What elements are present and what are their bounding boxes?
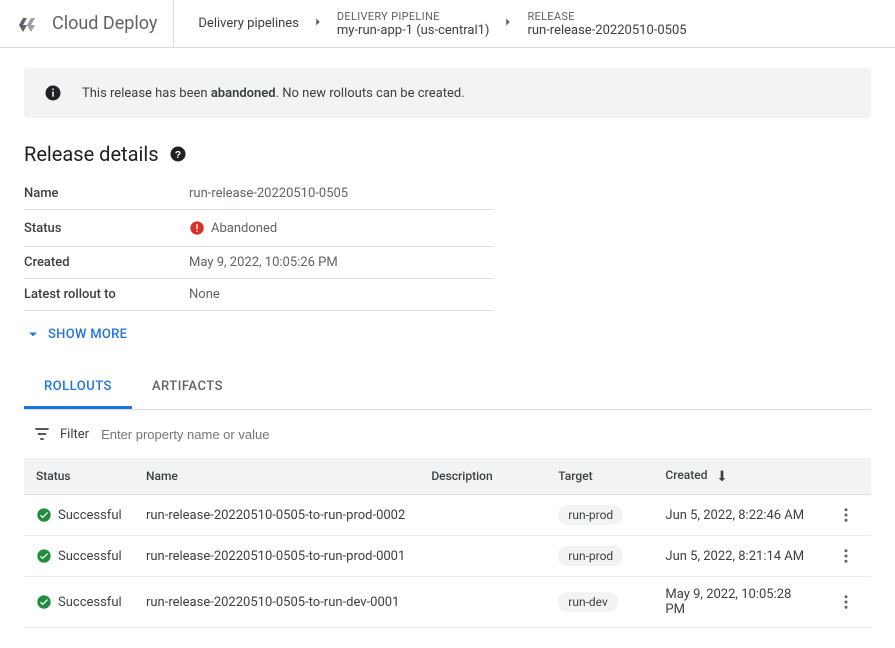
- detail-row-latest: Latest rollout to None: [24, 279, 494, 311]
- col-created[interactable]: Created: [653, 458, 821, 495]
- tabs: ROLLOUTS ARTIFACTS: [24, 367, 871, 410]
- cell-status-text: Successful: [58, 508, 122, 523]
- details-table: Name run-release-20220510-0505 Status Ab…: [24, 178, 494, 311]
- abandoned-banner: This release has been abandoned. No new …: [24, 68, 871, 118]
- table-row: Successful run-release-20220510-0505-to-…: [24, 577, 871, 628]
- detail-status-value: Abandoned: [211, 221, 277, 236]
- cell-name[interactable]: run-release-20220510-0505-to-run-prod-00…: [134, 536, 419, 577]
- col-name[interactable]: Name: [134, 458, 419, 495]
- table-header-row: Status Name Description Target Created: [24, 458, 871, 495]
- col-status[interactable]: Status: [24, 458, 134, 495]
- cell-target: run-dev: [546, 577, 653, 628]
- cell-created: May 9, 2022, 10:05:28 PM: [653, 577, 821, 628]
- chevron-right-icon: [497, 15, 519, 33]
- detail-status-cell: Abandoned: [189, 210, 494, 247]
- row-menu-button[interactable]: [834, 506, 860, 524]
- detail-row-created: Created May 9, 2022, 10:05:26 PM: [24, 247, 494, 279]
- header-bar: Cloud Deploy Delivery pipelines DELIVERY…: [0, 0, 895, 48]
- cell-status: Successful: [24, 495, 134, 536]
- cell-description: [419, 536, 546, 577]
- cell-menu: [822, 536, 872, 577]
- breadcrumb-pipeline-value: my-run-app-1 (us-central1): [337, 23, 490, 38]
- cell-created: Jun 5, 2022, 8:22:46 AM: [653, 495, 821, 536]
- target-chip: run-dev: [558, 592, 618, 612]
- cell-status-text: Successful: [58, 549, 122, 564]
- cell-description: [419, 495, 546, 536]
- detail-row-status: Status Abandoned: [24, 210, 494, 247]
- filter-label: Filter: [60, 427, 89, 442]
- detail-latest-label: Latest rollout to: [24, 279, 189, 311]
- help-icon[interactable]: ?: [169, 145, 187, 163]
- cell-status-text: Successful: [58, 595, 122, 610]
- svg-text:?: ?: [174, 149, 180, 161]
- detail-created-value: May 9, 2022, 10:05:26 PM: [189, 247, 494, 279]
- filter-bar: Filter: [24, 410, 871, 458]
- sort-descending-icon: [714, 468, 730, 484]
- breadcrumb-release-label: RELEASE: [527, 10, 686, 23]
- cell-target: run-prod: [546, 495, 653, 536]
- breadcrumb-root-label: Delivery pipelines: [198, 16, 299, 31]
- page-title-text: Release details: [24, 142, 159, 166]
- row-menu-button[interactable]: [834, 593, 860, 611]
- page-title: Release details ?: [24, 142, 871, 166]
- breadcrumb-root[interactable]: Delivery pipelines: [190, 16, 307, 31]
- detail-name-label: Name: [24, 178, 189, 210]
- banner-prefix: This release has been: [82, 86, 211, 101]
- cell-name[interactable]: run-release-20220510-0505-to-run-prod-00…: [134, 495, 419, 536]
- detail-created-label: Created: [24, 247, 189, 279]
- filter-icon[interactable]: [32, 424, 52, 444]
- chevron-right-icon: [307, 15, 329, 33]
- cell-status: Successful: [24, 577, 134, 628]
- target-chip: run-prod: [558, 505, 623, 525]
- breadcrumb-release-value: run-release-20220510-0505: [527, 23, 686, 38]
- success-icon: [36, 594, 52, 610]
- product-title-area: Cloud Deploy: [0, 0, 174, 47]
- filter-input[interactable]: [101, 427, 863, 442]
- banner-strong: abandoned: [211, 86, 276, 101]
- detail-latest-value: None: [189, 279, 494, 311]
- table-row: Successful run-release-20220510-0505-to-…: [24, 495, 871, 536]
- breadcrumb-pipeline[interactable]: DELIVERY PIPELINE my-run-app-1 (us-centr…: [329, 10, 498, 38]
- show-more-label: SHOW MORE: [48, 327, 127, 342]
- breadcrumb: Delivery pipelines DELIVERY PIPELINE my-…: [174, 0, 710, 47]
- cell-status: Successful: [24, 536, 134, 577]
- product-name: Cloud Deploy: [52, 13, 157, 34]
- cell-menu: [822, 577, 872, 628]
- chevron-down-icon: [24, 325, 42, 343]
- col-target[interactable]: Target: [546, 458, 653, 495]
- table-row: Successful run-release-20220510-0505-to-…: [24, 536, 871, 577]
- cell-target: run-prod: [546, 536, 653, 577]
- success-icon: [36, 507, 52, 523]
- banner-text: This release has been abandoned. No new …: [82, 86, 465, 101]
- breadcrumb-pipeline-label: DELIVERY PIPELINE: [337, 10, 490, 23]
- show-more-button[interactable]: SHOW MORE: [24, 325, 871, 343]
- cloud-deploy-icon: [16, 12, 40, 36]
- tab-artifacts[interactable]: ARTIFACTS: [132, 367, 243, 409]
- info-icon: [44, 84, 62, 102]
- cell-name[interactable]: run-release-20220510-0505-to-run-dev-000…: [134, 577, 419, 628]
- error-icon: [189, 220, 205, 236]
- target-chip: run-prod: [558, 546, 623, 566]
- tab-rollouts[interactable]: ROLLOUTS: [24, 367, 132, 409]
- col-created-label: Created: [665, 468, 707, 482]
- cell-description: [419, 577, 546, 628]
- detail-row-name: Name run-release-20220510-0505: [24, 178, 494, 210]
- col-description[interactable]: Description: [419, 458, 546, 495]
- cell-created: Jun 5, 2022, 8:21:14 AM: [653, 536, 821, 577]
- breadcrumb-release: RELEASE run-release-20220510-0505: [519, 10, 694, 38]
- cell-menu: [822, 495, 872, 536]
- detail-name-value: run-release-20220510-0505: [189, 178, 494, 210]
- banner-suffix: . No new rollouts can be created.: [276, 86, 465, 101]
- col-menu: [822, 458, 872, 495]
- rollout-table: Status Name Description Target Created: [24, 458, 871, 628]
- detail-status-label: Status: [24, 210, 189, 247]
- row-menu-button[interactable]: [834, 547, 860, 565]
- success-icon: [36, 548, 52, 564]
